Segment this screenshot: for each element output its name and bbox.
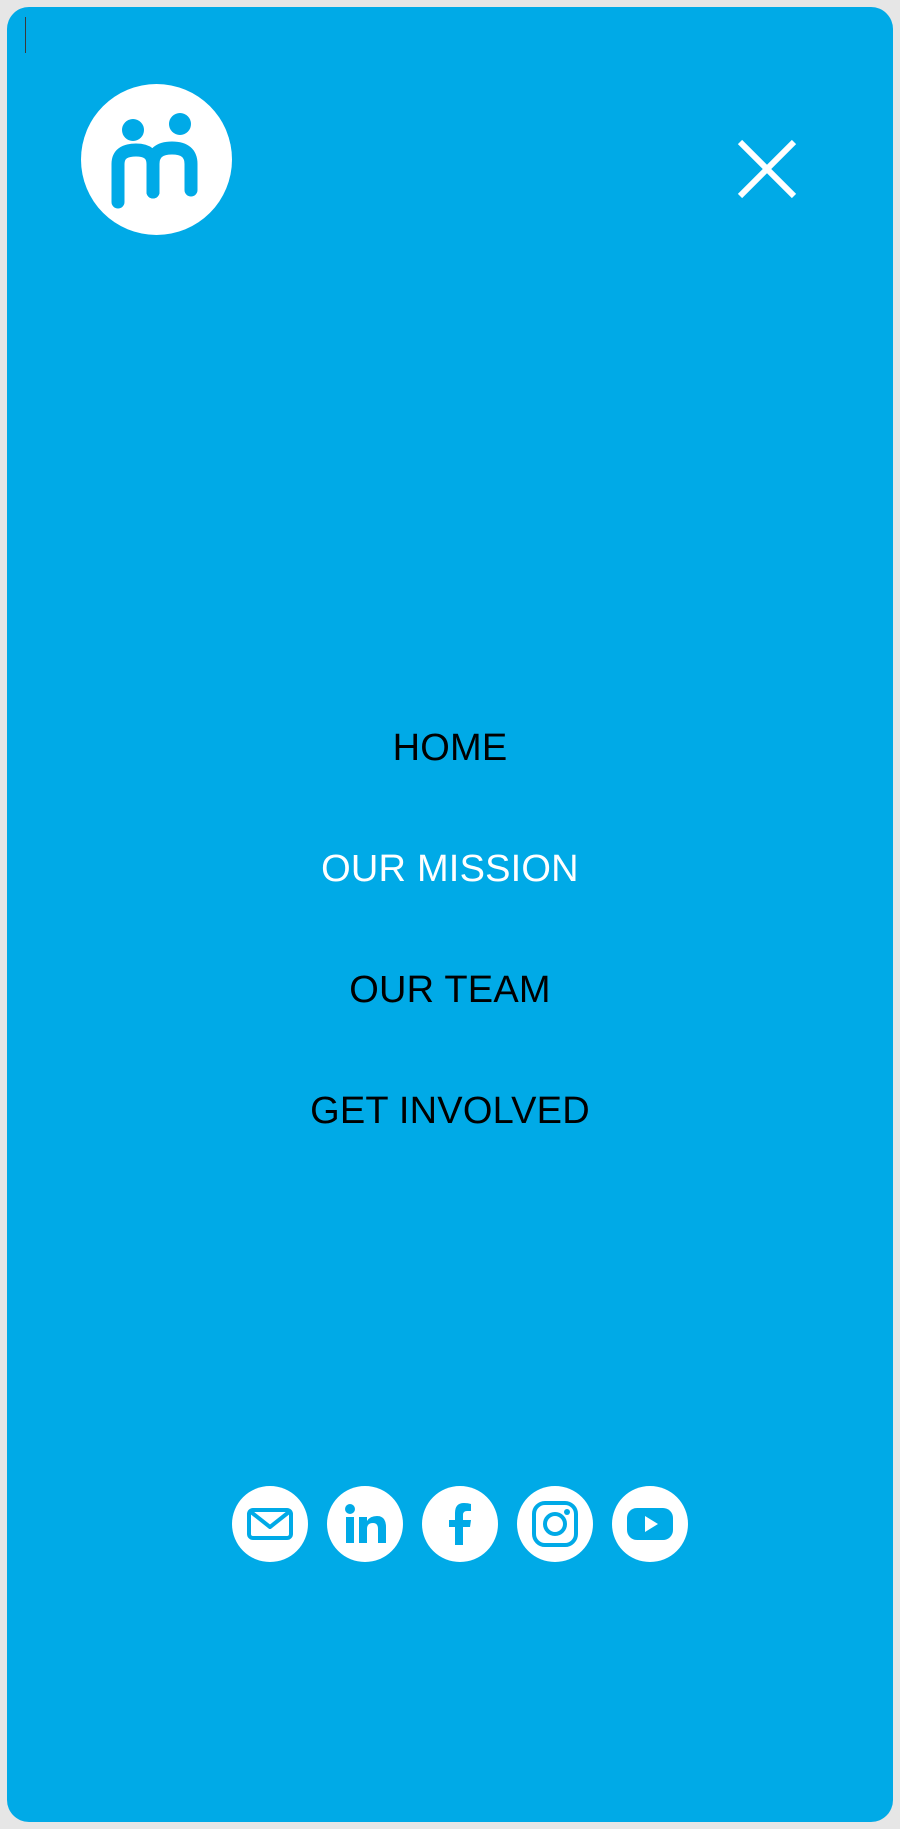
nav-link-get-involved[interactable]: GET INVOLVED	[310, 1080, 590, 1142]
social-links	[232, 1486, 688, 1562]
instagram-icon	[532, 1501, 578, 1547]
facebook-button[interactable]	[422, 1486, 498, 1562]
youtube-button[interactable]	[612, 1486, 688, 1562]
mobile-menu-overlay: HOME OUR MISSION OUR TEAM GET INVOLVED	[7, 7, 893, 1822]
main-nav: HOME OUR MISSION OUR TEAM GET INVOLVED	[7, 717, 893, 1201]
cursor-line	[25, 17, 26, 53]
logo[interactable]	[81, 84, 232, 235]
linkedin-icon	[345, 1504, 386, 1543]
nav-link-our-mission[interactable]: OUR MISSION	[321, 838, 579, 900]
nav-item-get-involved: GET INVOLVED	[7, 1080, 893, 1201]
youtube-icon	[627, 1508, 673, 1540]
instagram-button[interactable]	[517, 1486, 593, 1562]
nav-item-home: HOME	[7, 717, 893, 838]
close-button[interactable]	[731, 133, 803, 205]
close-icon	[737, 139, 797, 199]
nav-link-our-team[interactable]: OUR TEAM	[349, 959, 550, 1021]
people-circle-icon	[81, 84, 232, 235]
facebook-icon	[449, 1503, 471, 1545]
email-button[interactable]	[232, 1486, 308, 1562]
nav-item-our-team: OUR TEAM	[7, 959, 893, 1080]
email-icon	[247, 1508, 293, 1540]
nav-link-home[interactable]: HOME	[393, 717, 508, 779]
linkedin-button[interactable]	[327, 1486, 403, 1562]
nav-item-our-mission: OUR MISSION	[7, 838, 893, 959]
